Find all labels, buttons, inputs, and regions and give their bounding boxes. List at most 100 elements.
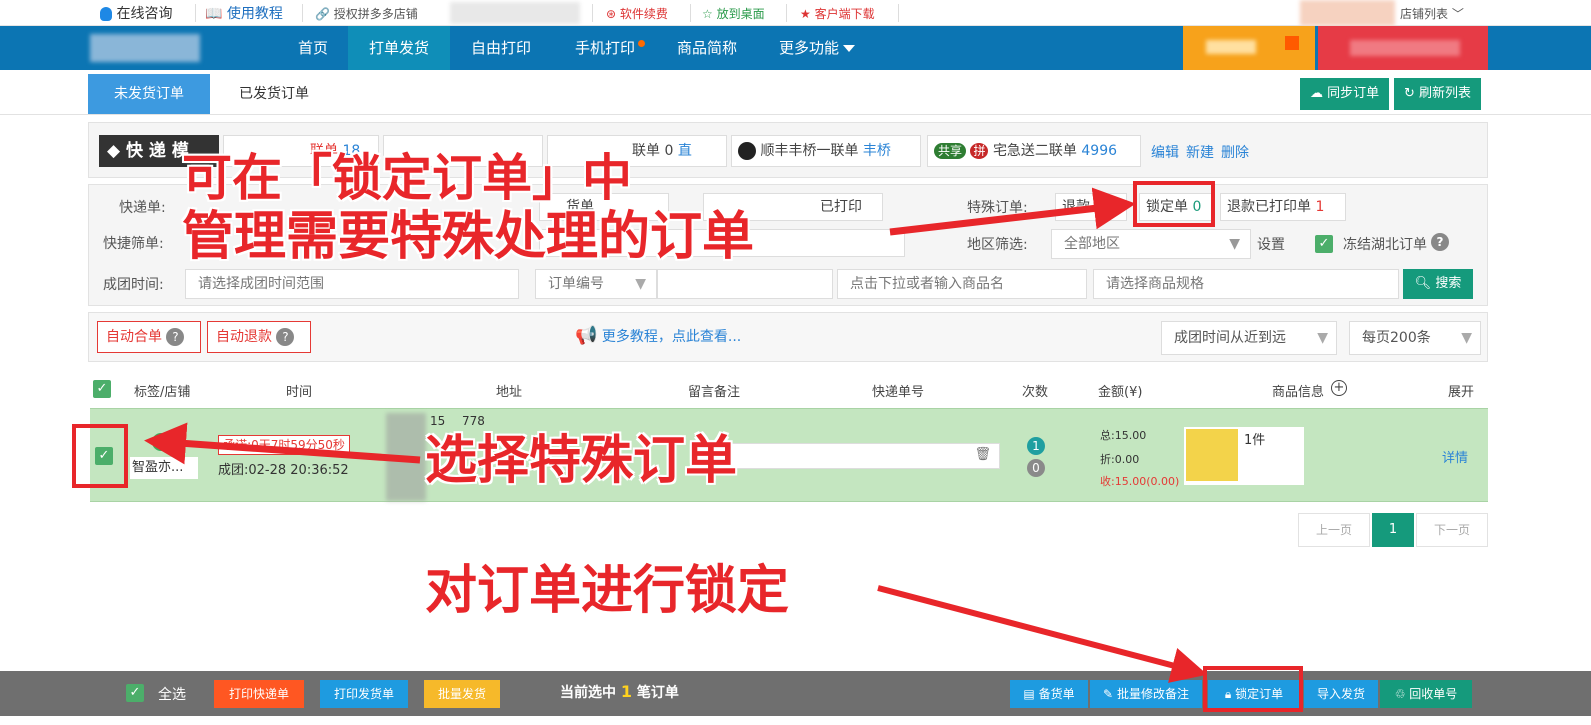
print-invoice-button[interactable]: 打印发货单 <box>320 680 408 708</box>
caret-down-icon: ▼ <box>1461 330 1472 346</box>
help-icon: ? <box>166 328 185 346</box>
region-value: 全部地区 <box>1064 236 1120 252</box>
amount-received: 收:15.00(0.00) <box>1100 475 1180 488</box>
ship-count-badge: 0 <box>1027 459 1045 477</box>
more-tutorial-link[interactable]: 📢 更多教程，点此查看... <box>575 325 741 346</box>
amount-discount: 折:0.00 <box>1100 453 1140 466</box>
app-root: 在线咨询 📖 使用教程 🔗 授权拼多多店铺 ⊛ 软件续费 ☆ 放到桌面 ★ 客户… <box>0 0 1591 725</box>
authorize-label: 授权拼多多店铺 <box>333 7 418 21</box>
express-template-zjs[interactable]: 共享 拼 宅急送二联单 4996 <box>927 135 1141 167</box>
time-filter-label: 成团时间: <box>103 277 164 293</box>
caret-down-icon: ▼ <box>635 276 646 292</box>
tab-unshipped[interactable]: 未发货订单 <box>88 74 210 114</box>
sync-orders-button[interactable]: ☁ 同步订单 <box>1300 78 1390 110</box>
sort-select[interactable]: 成团时间从近到远 ▼ <box>1161 321 1337 355</box>
tutorial-link[interactable]: 📖 使用教程 <box>205 4 283 24</box>
blurred-logo <box>90 34 200 62</box>
refund-printed-filter[interactable]: 退款已打印单 1 <box>1220 193 1346 221</box>
auto-refund-toggle[interactable]: 自动退款 ? <box>207 321 311 353</box>
refund-filter[interactable]: 退款 <box>1055 193 1127 221</box>
promise-countdown: 承诺:0天7时59分50秒 <box>218 435 350 455</box>
current-page[interactable]: 1 <box>1372 513 1414 547</box>
refund-printed-label: 退款已打印单 <box>1227 199 1311 215</box>
region-setting-link[interactable]: 设置 <box>1257 234 1285 254</box>
star-outline-icon: ☆ <box>702 7 713 21</box>
col-address: 地址 <box>496 385 523 400</box>
divider <box>898 4 899 22</box>
batch-ship-button[interactable]: 批量发货 <box>424 680 500 708</box>
client-download-link[interactable]: ★ 客户端下载 <box>800 4 875 24</box>
desktop-link[interactable]: ☆ 放到桌面 <box>702 4 765 24</box>
shared-badge: 共享 <box>934 143 967 159</box>
delete-template-link[interactable]: 删除 <box>1221 142 1249 162</box>
store-name: 智盈亦... <box>130 457 198 479</box>
order-field-select[interactable]: 订单编号 ▼ <box>535 269 657 299</box>
region-select[interactable]: 全部地区 ▼ <box>1051 229 1251 259</box>
col-time: 时间 <box>286 385 313 400</box>
nav-home[interactable]: 首页 <box>282 26 344 70</box>
amount-total: 总:15.00 <box>1100 429 1147 442</box>
nav-free-print[interactable]: 自由打印 <box>450 26 552 70</box>
store-list-dropdown[interactable]: 店铺列表 ﹀ <box>1400 4 1464 24</box>
client-download-label: 客户端下载 <box>814 7 875 21</box>
stock-list-button[interactable]: ▤ 备货单 <box>1010 680 1088 708</box>
page-size-select[interactable]: 每页200条 ▼ <box>1349 321 1481 355</box>
online-consult-link[interactable]: 在线咨询 <box>100 4 172 24</box>
store-list-label: 店铺列表 <box>1400 7 1449 21</box>
nav-print-ship-label: 打单发货 <box>368 39 429 57</box>
create-template-link[interactable]: 新建 <box>1186 142 1214 162</box>
print-express-button[interactable]: 打印快递单 <box>214 680 304 708</box>
freeze-hubei-label: 冻结湖北订单 <box>1343 237 1427 253</box>
select-all-header-checkbox[interactable]: ✓ <box>93 380 111 398</box>
edit-template-link[interactable]: 编辑 <box>1151 142 1179 162</box>
order-toolbar: 自动合单 ? 自动退款 ? 📢 更多教程，点此查看... 成团时间从近到远 ▼ … <box>88 312 1488 362</box>
book-icon: 📖 <box>205 6 223 22</box>
select-all-checkbox[interactable]: ✓ <box>126 684 144 702</box>
freeze-hubei-checkbox[interactable]: ✓ <box>1315 235 1333 253</box>
caret-down-icon: ▼ <box>1317 330 1328 346</box>
product-qty: 1件 <box>1244 433 1266 448</box>
blurred-account-text <box>1350 40 1460 56</box>
authorize-store-link[interactable]: 🔗 授权拼多多店铺 <box>315 4 418 24</box>
goods-name-input[interactable]: 点击下拉或者输入商品名 <box>837 269 1087 299</box>
search-button[interactable]: 🔍︎ 搜索 <box>1403 269 1473 299</box>
trash-icon[interactable]: 🗑 <box>974 447 991 462</box>
product-card[interactable]: 1件 <box>1184 427 1304 485</box>
qq-icon <box>100 7 112 21</box>
add-circle-icon[interactable]: + <box>1331 380 1347 396</box>
blurred-area <box>450 2 580 24</box>
recycle-number-button[interactable]: ♲ 回收单号 <box>1380 680 1472 708</box>
tab-shipped[interactable]: 已发货订单 <box>215 74 333 114</box>
help-icon[interactable]: ? <box>1431 233 1449 251</box>
nav-product-alias[interactable]: 商品简称 <box>662 26 752 70</box>
cloud-icon: ☁ <box>1310 86 1323 101</box>
group-time-range-input[interactable]: 请选择成团时间范围 <box>185 269 519 299</box>
top-bar: 在线咨询 📖 使用教程 🔗 授权拼多多店铺 ⊛ 软件续费 ☆ 放到桌面 ★ 客户… <box>0 0 1591 26</box>
lock-button-highlight <box>1203 666 1303 712</box>
auto-merge-toggle[interactable]: 自动合单 ? <box>97 321 201 353</box>
special-order-label: 特殊订单: <box>967 200 1028 216</box>
refresh-list-button[interactable]: ↻ 刷新列表 <box>1394 78 1482 110</box>
batch-remark-button[interactable]: ✎ 批量修改备注 <box>1090 680 1202 708</box>
next-page-button[interactable]: 下一页 <box>1416 513 1488 547</box>
table-row[interactable]: ✓ 智盈亦... 承诺:0天7时59分50秒 成团:02-28 20:36:52… <box>90 408 1488 502</box>
renew-link[interactable]: ⊛ 软件续费 <box>606 4 668 24</box>
renew-icon: ⊛ <box>606 7 617 21</box>
import-ship-button[interactable]: 导入发货 <box>1304 680 1378 708</box>
goods-spec-input[interactable]: 请选择商品规格 <box>1093 269 1399 299</box>
tutorial-label: 使用教程 <box>226 6 283 22</box>
link-icon: 🔗 <box>315 7 330 21</box>
nav-mobile-print[interactable]: 手机打印 <box>560 26 660 70</box>
detail-link[interactable]: 详情 <box>1442 447 1468 466</box>
order-number-input[interactable] <box>657 269 833 299</box>
nav-print-ship[interactable]: 打单发货 <box>348 26 450 70</box>
desktop-label: 放到桌面 <box>716 7 765 21</box>
nav-more[interactable]: 更多功能 <box>766 26 868 70</box>
auto-merge-label: 自动合单 <box>106 329 162 345</box>
express-template-sf[interactable]: 顺丰丰桥一联单 丰桥 <box>731 135 921 167</box>
prev-page-button[interactable]: 上一页 <box>1298 513 1370 547</box>
tracking-input[interactable]: 🗑 <box>700 443 1000 469</box>
selection-count: 1 <box>620 682 633 701</box>
online-consult-label: 在线咨询 <box>116 6 173 22</box>
refund-printed-count: 1 <box>1315 199 1325 215</box>
